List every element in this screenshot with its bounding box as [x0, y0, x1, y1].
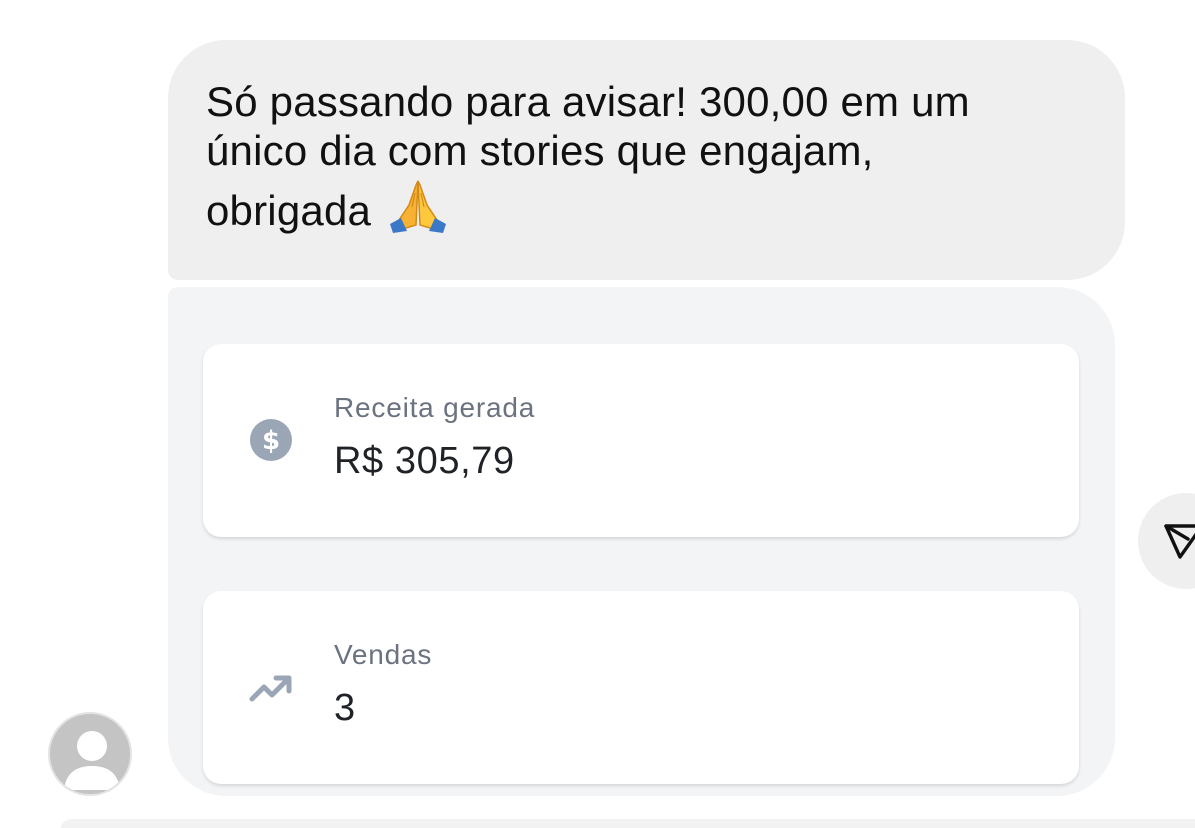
message-composer-edge [60, 819, 1195, 828]
pray-emoji-icon [387, 175, 449, 244]
svg-text:$: $ [262, 426, 280, 456]
revenue-card: $ Receita gerada R$ 305,79 [203, 344, 1079, 537]
message-line-1: Só passando para avisar! 300,00 em um [206, 78, 970, 125]
user-silhouette-icon [64, 731, 120, 790]
message-line-3: obrigada [206, 175, 1085, 244]
chat-thread: Só passando para avisar! 300,00 em um ún… [0, 0, 1195, 828]
revenue-label: Receita gerada [334, 392, 536, 423]
avatar[interactable] [48, 712, 132, 796]
message-line-2: único dia com stories que engajam, [206, 126, 874, 174]
sales-card: Vendas 3 [203, 591, 1079, 784]
dollar-circle-icon: $ [249, 418, 293, 462]
sales-value: 3 [334, 687, 356, 729]
send-icon [1164, 524, 1195, 559]
trending-up-icon [249, 665, 293, 709]
revenue-value: R$ 305,79 [334, 440, 515, 482]
message-bubble[interactable]: Só passando para avisar! 300,00 em um ún… [168, 40, 1125, 280]
message-line-3-text: obrigada [206, 187, 372, 235]
sales-label: Vendas [334, 639, 433, 670]
stats-share-card[interactable]: $ Receita gerada R$ 305,79 Vendas 3 [168, 287, 1115, 796]
share-button[interactable] [1138, 493, 1195, 589]
